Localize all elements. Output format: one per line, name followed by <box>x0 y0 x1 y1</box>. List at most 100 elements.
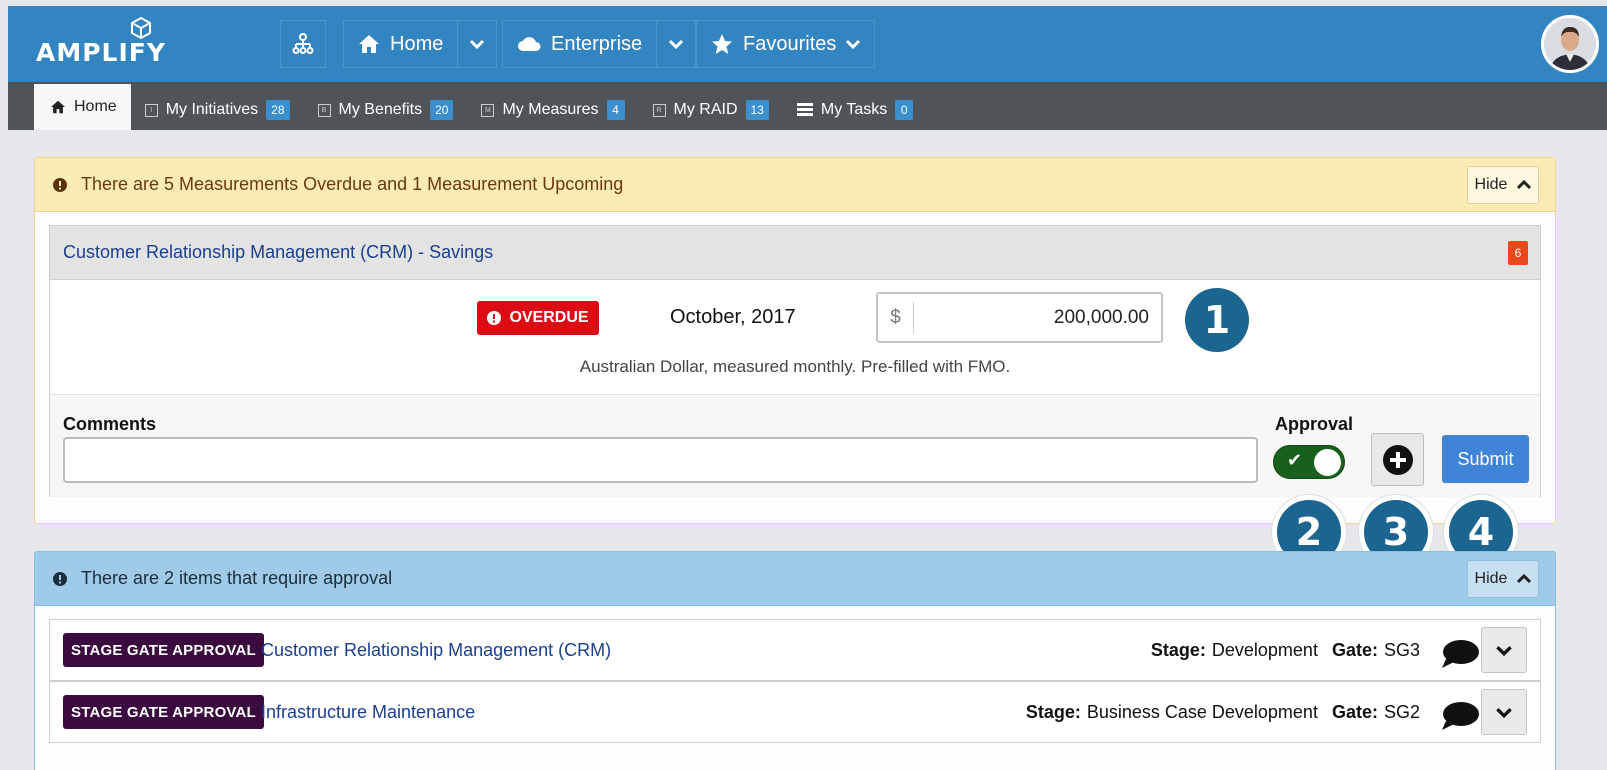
approval-meta: Stage: Business Case Development Gate: SG2 <box>1026 702 1420 723</box>
stage-value: Business Case Development <box>1086 702 1318 722</box>
tab-home[interactable]: Home <box>34 84 131 130</box>
cloud-icon <box>518 37 541 51</box>
home-nav-menu[interactable]: Home <box>343 20 498 68</box>
overdue-label: OVERDUE <box>509 309 589 326</box>
chevron-down-icon <box>470 39 485 49</box>
measurement-alert-panel: There are 5 Measurements Overdue and 1 M… <box>34 157 1556 524</box>
count-badge: 4 <box>606 100 625 120</box>
tab-label: My Measures <box>502 101 599 118</box>
tab-label: My Benefits <box>338 101 423 118</box>
chevron-down-icon <box>669 39 684 49</box>
home-nav-dropdown[interactable] <box>457 21 496 67</box>
approval-row: STAGE GATE APPROVAL Customer Relationshi… <box>49 619 1541 681</box>
stage-key: Stage: <box>1025 702 1081 722</box>
measurement-card-footer: Comments Approval ✔ Submit <box>50 394 1540 497</box>
tab-label: My Tasks <box>820 101 888 118</box>
comment-icon[interactable] <box>1440 639 1480 669</box>
measurement-alert-header: There are 5 Measurements Overdue and 1 M… <box>35 158 1555 212</box>
user-photo-icon <box>1544 18 1596 70</box>
hide-label: Hide <box>1474 175 1508 193</box>
exclamation-circle-icon <box>53 177 67 192</box>
amplify-logo[interactable]: AMPLIFY <box>36 16 196 72</box>
favourites-nav-menu[interactable]: Favourites <box>696 20 876 68</box>
measurement-count-badge: 6 <box>1508 241 1528 265</box>
exclamation-circle-icon <box>53 571 67 586</box>
comment-icon[interactable] <box>1440 701 1480 731</box>
expand-row-button[interactable] <box>1481 627 1527 673</box>
add-button[interactable] <box>1371 433 1424 486</box>
home-nav-button[interactable]: Home <box>344 21 457 67</box>
gate-value: SG2 <box>1383 702 1420 722</box>
stage-gate-badge: STAGE GATE APPROVAL <box>63 695 264 729</box>
tab-my-tasks[interactable]: My Tasks 0 <box>783 90 927 130</box>
favourites-nav-label: Favourites <box>743 32 837 55</box>
tab-my-measures[interactable]: M My Measures 4 <box>467 90 638 130</box>
chevron-down-icon <box>1496 645 1512 656</box>
expand-row-button[interactable] <box>1481 689 1527 735</box>
stage-gate-badge: STAGE GATE APPROVAL <box>63 633 264 667</box>
cube-icon <box>131 16 151 40</box>
approval-alert-message: There are 2 items that require approval <box>81 568 393 588</box>
chevron-up-icon <box>1517 179 1532 189</box>
comments-input[interactable] <box>63 437 1258 483</box>
currency-symbol: $ <box>878 301 914 334</box>
amount-input[interactable] <box>914 306 1161 329</box>
approval-meta: Stage: Development Gate: SG3 <box>1151 640 1420 661</box>
hide-label: Hide <box>1474 569 1508 587</box>
gate-key: Gate: <box>1331 702 1378 722</box>
favourites-nav-button[interactable]: Favourites <box>697 21 874 67</box>
tab-my-benefits[interactable]: B My Benefits 20 <box>304 90 468 130</box>
home-icon <box>51 100 65 114</box>
tab-my-raid[interactable]: R My RAID 13 <box>639 90 783 130</box>
submit-button[interactable]: Submit <box>1442 435 1529 483</box>
logo-text: AMPLIFY <box>36 38 166 67</box>
gate-value: SG3 <box>1383 640 1420 660</box>
tab-label: My Initiatives <box>165 101 259 118</box>
measurement-title-link[interactable]: Customer Relationship Management (CRM) -… <box>63 242 493 263</box>
measurement-alert-message: There are 5 Measurements Overdue and 1 M… <box>81 174 624 194</box>
initiative-icon: I <box>144 103 158 117</box>
check-icon: ✔ <box>1287 450 1303 470</box>
tab-label: Home <box>74 98 117 115</box>
hide-measurements-button[interactable]: Hide <box>1467 165 1539 204</box>
tab-my-initiatives[interactable]: I My Initiatives 28 <box>131 90 304 130</box>
enterprise-nav-label: Enterprise <box>551 32 643 55</box>
measurement-card-header: Customer Relationship Management (CRM) -… <box>50 226 1540 280</box>
star-icon <box>712 34 732 54</box>
enterprise-nav-menu[interactable]: Enterprise <box>502 20 697 68</box>
count-badge: 0 <box>895 100 914 120</box>
approval-alert-panel: There are 2 items that require approval … <box>34 551 1556 770</box>
toggle-knob <box>1314 449 1341 476</box>
approval-alert-header: There are 2 items that require approval … <box>35 552 1555 606</box>
enterprise-nav-button[interactable]: Enterprise <box>503 21 656 67</box>
stage-key: Stage: <box>1150 640 1206 660</box>
user-avatar[interactable] <box>1541 15 1599 73</box>
org-chart-button[interactable] <box>280 20 326 68</box>
enterprise-nav-dropdown[interactable] <box>656 21 695 67</box>
approval-label: Approval <box>1275 414 1354 434</box>
count-badge: 13 <box>745 100 769 120</box>
hide-approvals-button[interactable]: Hide <box>1467 559 1539 598</box>
tab-bar: Home I My Initiatives 28 B My Benefits 2… <box>8 82 1607 130</box>
count-badge: 28 <box>266 100 290 120</box>
chevron-down-icon <box>846 39 861 49</box>
chevron-down-icon <box>1496 707 1512 718</box>
approval-title-link[interactable]: Customer Relationship Management (CRM) <box>261 640 611 661</box>
tab-label: My RAID <box>673 101 738 118</box>
plus-circle-icon <box>1382 444 1413 475</box>
exclamation-circle-icon <box>487 311 502 325</box>
benefit-icon: B <box>317 103 331 117</box>
overdue-status-badge: OVERDUE <box>477 301 599 335</box>
approval-toggle[interactable]: ✔ <box>1273 445 1345 479</box>
amount-field: $ <box>876 292 1163 343</box>
home-icon <box>359 35 379 53</box>
measurement-card: Customer Relationship Management (CRM) -… <box>49 225 1541 497</box>
raid-icon: R <box>652 103 666 117</box>
count-badge: 20 <box>430 100 454 120</box>
approval-row: STAGE GATE APPROVAL Infrastructure Maint… <box>49 681 1541 743</box>
measurement-period: October, 2017 <box>670 306 796 328</box>
chevron-up-icon <box>1517 573 1532 583</box>
measurement-unit-note: Australian Dollar, measured monthly. Pre… <box>579 357 1011 376</box>
top-navbar: AMPLIFY Home Enterprise Favourites <box>8 6 1607 82</box>
approval-title-link[interactable]: Infrastructure Maintenance <box>261 702 475 723</box>
